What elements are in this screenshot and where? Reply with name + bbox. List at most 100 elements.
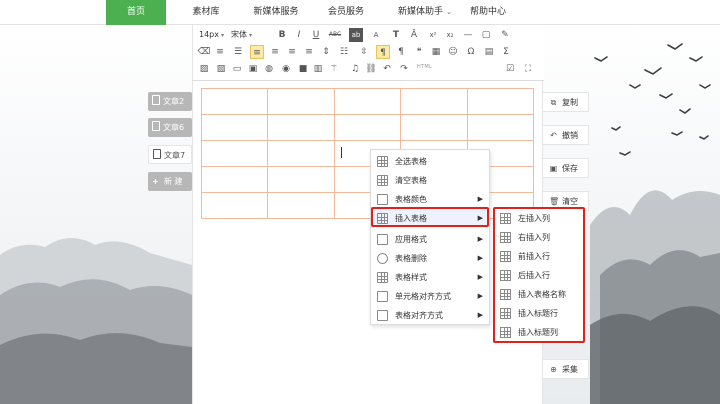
list-icon[interactable]: ☰ xyxy=(231,45,245,59)
film-icon[interactable]: ■ xyxy=(296,62,310,76)
format-icon xyxy=(377,234,388,245)
table-cell[interactable] xyxy=(267,166,335,193)
table-cell[interactable] xyxy=(200,166,269,193)
color-icon xyxy=(377,194,388,205)
nav-tab-label: 首页 xyxy=(126,7,145,17)
superscript-icon[interactable]: x² xyxy=(426,28,440,42)
copy-icon: ⧉ xyxy=(550,98,557,107)
music-icon[interactable]: ▣ xyxy=(246,62,260,76)
subscript-icon[interactable]: x₂ xyxy=(443,28,457,42)
table-cell[interactable] xyxy=(200,140,269,167)
video-icon[interactable]: ▭ xyxy=(230,62,244,76)
nav-tab-media-services[interactable]: 新媒体服务 xyxy=(245,0,307,25)
table-cell[interactable] xyxy=(333,88,402,115)
table-cell[interactable] xyxy=(200,114,269,141)
table-cell[interactable] xyxy=(267,192,335,219)
menu-item-clear-table[interactable]: 清空表格 xyxy=(371,171,489,190)
table-cell[interactable] xyxy=(466,114,535,141)
align-right-icon[interactable]: ≡ xyxy=(285,45,299,59)
settings-icon[interactable]: ☑ xyxy=(503,62,517,76)
spacing-icon[interactable]: ☷ xyxy=(337,45,351,59)
collect-icon: ⊕ xyxy=(550,365,557,374)
sum-icon[interactable]: Σ xyxy=(499,45,513,59)
ltr-icon[interactable]: ¶ xyxy=(376,45,390,59)
page-icon[interactable]: ▢ xyxy=(479,28,493,42)
special-char-icon[interactable]: Ω xyxy=(464,45,478,59)
multi-image-icon[interactable]: ▧ xyxy=(214,62,228,76)
underline-button[interactable]: U xyxy=(309,28,323,42)
table-cell[interactable] xyxy=(333,114,402,141)
table-cell[interactable] xyxy=(267,140,335,167)
nav-tab-membership[interactable]: 会员服务 xyxy=(318,0,374,25)
table-cell[interactable] xyxy=(267,88,335,115)
indent-icon[interactable]: ≡ xyxy=(213,45,227,59)
rtl-icon[interactable]: ¶ xyxy=(394,45,408,59)
nav-tab-label: 帮助中心 xyxy=(469,7,506,17)
menu-item-cell-align[interactable]: 单元格对齐方式 ▶ xyxy=(371,287,489,306)
text-cursor xyxy=(341,147,342,158)
menu-item-table-align[interactable]: 表格对齐方式 ▶ xyxy=(371,306,489,325)
emoji-icon[interactable]: ☺ xyxy=(446,45,460,59)
fullscreen-icon[interactable]: ⛶ xyxy=(521,62,535,76)
line-height-icon[interactable]: ⇕ xyxy=(319,45,333,59)
font-color-icon[interactable]: A xyxy=(369,28,383,42)
code-icon[interactable]: ▤ xyxy=(482,45,496,59)
nav-tab-help[interactable]: 帮助中心 xyxy=(460,0,516,25)
new-article-button[interactable]: + 新 建 xyxy=(148,172,192,191)
document-icon xyxy=(152,95,160,105)
eraser-icon[interactable]: ⌫ xyxy=(197,45,211,59)
save-button[interactable]: ▣ 保存 xyxy=(543,158,589,178)
undo-icon: ↶ xyxy=(550,131,557,140)
collect-button[interactable]: ⊕ 采集 xyxy=(543,359,589,379)
nav-tab-home[interactable]: 首页 xyxy=(106,0,166,25)
table-icon[interactable]: ▦ xyxy=(429,45,443,59)
menu-item-delete-table[interactable]: 表格删除 ▶ xyxy=(371,249,489,268)
article-item-6[interactable]: 文章6 xyxy=(148,118,192,137)
table-cell[interactable] xyxy=(200,192,269,219)
paragraph-spacing-icon[interactable]: ⇳ xyxy=(357,45,371,59)
magic-icon[interactable]: ⚚ xyxy=(327,62,341,76)
article-item-2[interactable]: 文章2 xyxy=(148,92,192,111)
attachment-icon[interactable]: ⛓ xyxy=(364,62,378,76)
highlight-color-icon[interactable]: ab xyxy=(349,28,363,42)
plus-icon: + xyxy=(152,177,159,186)
clear-format-icon[interactable]: Ā xyxy=(407,28,421,42)
copy-label: 复制 xyxy=(562,98,578,107)
table-icon xyxy=(377,156,388,167)
image-icon[interactable]: ▨ xyxy=(197,62,211,76)
menu-item-select-all[interactable]: 全选表格 xyxy=(371,152,489,171)
bold-button[interactable]: B xyxy=(275,28,289,42)
font-family-select[interactable]: 宋体 ▾ xyxy=(231,28,252,42)
strikethrough-button[interactable]: ABC xyxy=(328,28,342,42)
music-note-icon[interactable]: ♫ xyxy=(348,62,362,76)
nav-tab-media-assistant[interactable]: 新媒体助手 ⌄ xyxy=(385,0,465,25)
edit-icon[interactable]: ✎ xyxy=(498,28,512,42)
copy-button[interactable]: ⧉ 复制 xyxy=(543,92,589,112)
horizontal-rule-icon[interactable]: — xyxy=(461,28,475,42)
menu-item-apply-format[interactable]: 应用格式 ▶ xyxy=(371,230,489,249)
paint-icon[interactable]: ▥ xyxy=(311,62,325,76)
font-size-select[interactable]: 14px ▾ xyxy=(199,28,224,42)
undo-icon[interactable]: ↶ xyxy=(380,62,394,76)
italic-button[interactable]: I xyxy=(292,28,306,42)
table-cell[interactable] xyxy=(200,88,269,115)
table-cell[interactable] xyxy=(400,114,468,141)
html-source-button[interactable]: HTML xyxy=(417,64,432,70)
table-cell[interactable] xyxy=(400,88,468,115)
table-context-menu: 全选表格 清空表格 表格颜色 ▶ 插入表格 ▶ 应用格式 ▶ 表格删除 ▶ 表格样式 ▶ … xyxy=(370,149,490,325)
align-center-icon[interactable]: ≡ xyxy=(268,45,282,59)
redo-icon[interactable]: ↷ xyxy=(397,62,411,76)
align-left-icon[interactable]: ≡ xyxy=(250,45,264,59)
align-justify-icon[interactable]: ≡ xyxy=(302,45,316,59)
quote-icon[interactable]: ❝ xyxy=(412,45,426,59)
table-cell[interactable] xyxy=(267,114,335,141)
camera-icon[interactable]: ◉ xyxy=(279,62,293,76)
article-item-7[interactable]: 文章7 xyxy=(148,145,192,164)
text-format-icon[interactable]: T xyxy=(389,28,403,42)
nav-tab-materials[interactable]: 素材库 xyxy=(180,0,232,25)
undo-button[interactable]: ↶ 撤销 xyxy=(543,125,589,145)
menu-item-table-style[interactable]: 表格样式 ▶ xyxy=(371,268,489,287)
article-label: 文章6 xyxy=(163,123,185,132)
table-cell[interactable] xyxy=(466,88,535,115)
map-icon[interactable]: ◍ xyxy=(262,62,276,76)
